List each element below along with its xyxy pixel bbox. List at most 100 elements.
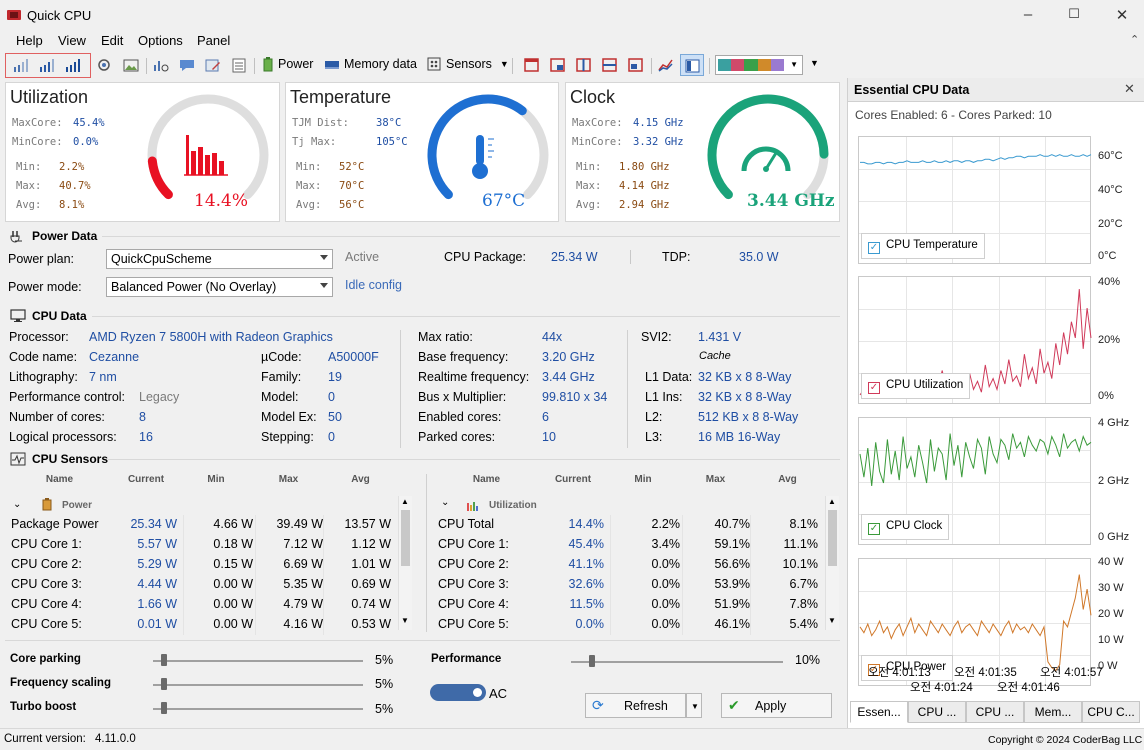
table-row[interactable]: CPU Core 5: 0.0% 0.0% 46.1% 5.4% bbox=[432, 615, 822, 635]
window-layout-icon[interactable] bbox=[523, 57, 541, 73]
checkbox-icon[interactable]: ✓ bbox=[868, 242, 880, 254]
table-row[interactable]: CPU Core 1: 45.4% 3.4% 59.1% 11.1% bbox=[432, 535, 822, 555]
column-header-name[interactable]: Name bbox=[454, 474, 519, 485]
idle-config-link[interactable]: Idle config bbox=[345, 278, 402, 292]
close-icon[interactable]: ✕ bbox=[1112, 6, 1132, 24]
frequency-scaling-slider-thumb[interactable] bbox=[160, 678, 167, 690]
checkbox-icon[interactable]: ✓ bbox=[868, 382, 880, 394]
turbo-boost-slider-track[interactable] bbox=[153, 708, 363, 710]
window-overlay-icon[interactable] bbox=[549, 57, 567, 73]
table-row[interactable]: CPU Core 4: 11.5% 0.0% 51.9% 7.8% bbox=[432, 595, 822, 615]
column-header-min[interactable]: Min bbox=[181, 474, 251, 485]
graph-toggle-checkbox[interactable]: ✓ CPU Clock bbox=[861, 514, 950, 540]
table-row[interactable]: CPU Total 14.4% 2.2% 40.7% 8.1% bbox=[432, 515, 822, 535]
document-icon[interactable] bbox=[230, 57, 248, 73]
core-parking-slider-track[interactable] bbox=[153, 660, 363, 662]
column-header-name[interactable]: Name bbox=[27, 474, 92, 485]
graph-toggle-checkbox[interactable]: ✓ CPU Utilization bbox=[861, 373, 971, 399]
tab-cpu-c[interactable]: CPU C... bbox=[1082, 701, 1140, 723]
column-header-max[interactable]: Max bbox=[678, 474, 753, 485]
column-header-current[interactable]: Current bbox=[111, 474, 181, 485]
refresh-dropdown[interactable]: ▼ bbox=[686, 693, 702, 718]
chevron-down-icon[interactable]: ⌄ bbox=[13, 499, 21, 510]
tab-memory[interactable]: Mem... bbox=[1024, 701, 1082, 723]
power-plan-select[interactable]: QuickCpuScheme bbox=[106, 249, 333, 269]
temperature-title: Temperature bbox=[290, 87, 392, 107]
table-row[interactable]: CPU Core 3: 32.6% 0.0% 53.9% 6.7% bbox=[432, 575, 822, 595]
tj-max-label: Tj Max: bbox=[292, 136, 337, 148]
scroll-down-icon[interactable]: ▼ bbox=[828, 616, 836, 625]
collapse-ribbon-icon[interactable]: ⌃ bbox=[1130, 33, 1139, 46]
column-header-current[interactable]: Current bbox=[538, 474, 608, 485]
column-header-max[interactable]: Max bbox=[251, 474, 326, 485]
signal-mid-icon[interactable] bbox=[38, 57, 56, 73]
scroll-up-icon[interactable]: ▲ bbox=[828, 497, 836, 506]
close-icon[interactable]: ✕ bbox=[1124, 81, 1135, 97]
refresh-label: Refresh bbox=[624, 699, 668, 713]
image-icon[interactable] bbox=[122, 57, 140, 73]
signal-low-icon[interactable] bbox=[12, 57, 30, 73]
table-row[interactable]: CPU Core 4: 1.66 W 0.00 W 4.79 W 0.74 W bbox=[5, 595, 395, 615]
sensors-button[interactable]: Sensors ▼ bbox=[426, 56, 509, 72]
power-mode-select[interactable]: Balanced Power (No Overlay) bbox=[106, 277, 333, 297]
memory-data-button[interactable]: Memory data bbox=[324, 56, 417, 72]
split-horizontal-icon[interactable] bbox=[601, 57, 619, 73]
l3-label: L3: bbox=[645, 430, 663, 444]
tab-essential[interactable]: Essen... bbox=[850, 701, 908, 723]
color-scheme-select[interactable]: ▼ bbox=[715, 55, 803, 75]
column-header-min[interactable]: Min bbox=[608, 474, 678, 485]
column-header-avg[interactable]: Avg bbox=[323, 474, 398, 485]
menu-options[interactable]: Options bbox=[138, 33, 183, 48]
cpu-data-title: CPU Data bbox=[32, 309, 87, 323]
column-divider bbox=[610, 595, 611, 615]
panel-toggle-button[interactable] bbox=[680, 54, 704, 76]
minimize-icon[interactable]: – bbox=[1018, 6, 1038, 23]
chart-settings-icon[interactable] bbox=[152, 57, 170, 73]
table-row[interactable]: CPU Core 3: 4.44 W 0.00 W 5.35 W 0.69 W bbox=[5, 575, 395, 595]
turbo-boost-slider-thumb[interactable] bbox=[160, 702, 167, 714]
scrollbar-thumb[interactable] bbox=[828, 510, 837, 566]
performance-slider-track[interactable] bbox=[571, 661, 783, 663]
core-parking-slider-thumb[interactable] bbox=[160, 654, 167, 666]
utilization-min-value: 2.2% bbox=[59, 161, 85, 173]
settings-search-icon[interactable] bbox=[96, 57, 114, 73]
window-restore-icon[interactable] bbox=[627, 57, 645, 73]
utilization-table-scrollbar[interactable]: ▲ ▼ bbox=[825, 496, 839, 630]
scroll-down-icon[interactable]: ▼ bbox=[401, 616, 409, 625]
table-row[interactable]: Package Power 25.34 W 4.66 W 39.49 W 13.57 W bbox=[5, 515, 395, 535]
apply-button[interactable]: ✔ Apply bbox=[721, 693, 832, 718]
trend-chart-icon[interactable] bbox=[657, 57, 675, 73]
power-table-scrollbar[interactable]: ▲ ▼ bbox=[398, 496, 412, 630]
performance-slider-thumb[interactable] bbox=[589, 655, 596, 667]
clock-min-value: 1.80 GHz bbox=[619, 161, 670, 173]
scroll-up-icon[interactable]: ▲ bbox=[401, 497, 409, 506]
column-header-avg[interactable]: Avg bbox=[750, 474, 825, 485]
menu-panel[interactable]: Panel bbox=[197, 33, 230, 48]
ac-toggle[interactable] bbox=[430, 684, 486, 701]
menu-edit[interactable]: Edit bbox=[101, 33, 123, 48]
chevron-down-icon[interactable]: ⌄ bbox=[441, 497, 449, 508]
tab-cpu-1[interactable]: CPU ... bbox=[908, 701, 966, 723]
graph-toggle-checkbox[interactable]: ✓ CPU Temperature bbox=[861, 233, 985, 259]
checkbox-icon[interactable]: ✓ bbox=[868, 523, 880, 535]
refresh-button[interactable]: ⟳ Refresh bbox=[585, 693, 686, 718]
table-row[interactable]: CPU Core 2: 41.1% 0.0% 56.6% 10.1% bbox=[432, 555, 822, 575]
scrollbar-thumb[interactable] bbox=[401, 510, 410, 566]
tab-cpu-2[interactable]: CPU ... bbox=[966, 701, 1024, 723]
split-vertical-icon[interactable] bbox=[575, 57, 593, 73]
table-row[interactable]: CPU Core 5: 0.01 W 0.00 W 4.16 W 0.53 W bbox=[5, 615, 395, 635]
menu-view[interactable]: View bbox=[58, 33, 86, 48]
maximize-icon[interactable]: ☐ bbox=[1064, 6, 1084, 22]
power-button[interactable]: Power bbox=[262, 56, 313, 72]
clock-value: 3.44 GHz bbox=[747, 191, 835, 211]
toolbar-overflow-icon[interactable]: ▼ bbox=[810, 58, 819, 68]
menu-help[interactable]: Help bbox=[16, 33, 43, 48]
table-row[interactable]: CPU Core 1: 5.57 W 0.18 W 7.12 W 1.12 W bbox=[5, 535, 395, 555]
frequency-scaling-slider-track[interactable] bbox=[153, 684, 363, 686]
tjm-dist-value: 38°C bbox=[376, 117, 402, 129]
table-row[interactable]: CPU Core 2: 5.29 W 0.15 W 6.69 W 1.01 W bbox=[5, 555, 395, 575]
chat-icon[interactable] bbox=[178, 57, 196, 73]
cpu-sensors-title: CPU Sensors bbox=[32, 452, 109, 466]
signal-high-icon[interactable] bbox=[64, 57, 82, 73]
edit-list-icon[interactable] bbox=[204, 57, 222, 73]
